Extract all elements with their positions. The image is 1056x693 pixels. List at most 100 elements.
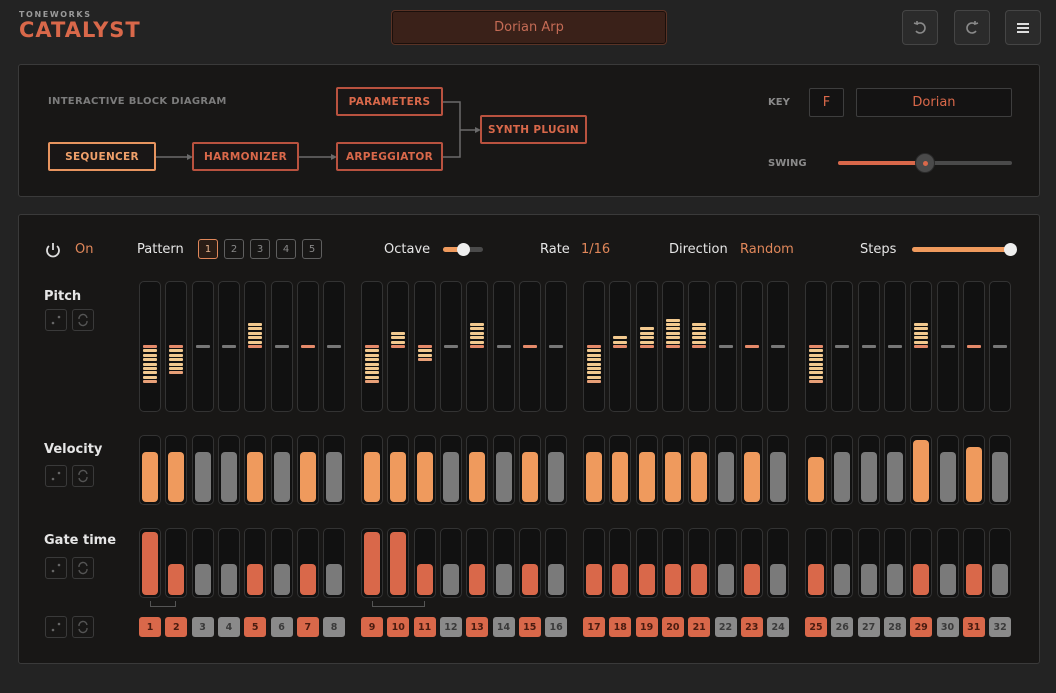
key-root-select[interactable]: F <box>809 88 844 117</box>
gate-step-25[interactable] <box>805 528 827 598</box>
block-parameters[interactable]: PARAMETERS <box>336 87 443 116</box>
preset-name-field[interactable]: Dorian Arp <box>391 10 667 45</box>
pitch-step-28[interactable] <box>883 281 906 412</box>
step-toggle-12[interactable]: 12 <box>439 617 462 637</box>
gate-step-2[interactable] <box>165 528 188 598</box>
pitch-step-29[interactable] <box>910 281 933 412</box>
velocity-step-22[interactable] <box>714 435 737 505</box>
power-toggle[interactable] <box>44 241 62 263</box>
key-scale-select[interactable]: Dorian <box>856 88 1012 117</box>
gate-step-6[interactable] <box>270 528 293 598</box>
gate-step-13[interactable] <box>466 528 489 598</box>
gate-step-18[interactable] <box>609 528 632 598</box>
undo-button[interactable] <box>902 10 938 45</box>
step-toggle-13[interactable]: 13 <box>466 617 489 637</box>
velocity-step-4[interactable] <box>217 435 240 505</box>
step-toggle-11[interactable]: 11 <box>413 617 436 637</box>
step-toggle-21[interactable]: 21 <box>688 617 711 637</box>
step-toggle-10[interactable]: 10 <box>387 617 410 637</box>
velocity-step-20[interactable] <box>661 435 684 505</box>
pitch-step-16[interactable] <box>545 281 568 412</box>
velocity-step-15[interactable] <box>518 435 541 505</box>
direction-value[interactable]: Random <box>740 242 794 257</box>
pitch-step-30[interactable] <box>936 281 959 412</box>
step-toggle-27[interactable]: 27 <box>857 617 880 637</box>
pitch-step-10[interactable] <box>387 281 410 412</box>
step-toggle-9[interactable]: 9 <box>361 617 383 637</box>
pitch-randomize-button[interactable] <box>45 309 67 331</box>
pitch-step-1[interactable] <box>139 281 161 412</box>
velocity-step-7[interactable] <box>296 435 319 505</box>
gate-step-11[interactable] <box>413 528 436 598</box>
velocity-step-32[interactable] <box>989 435 1012 505</box>
pitch-step-20[interactable] <box>661 281 684 412</box>
gate-randomize-button[interactable] <box>45 557 67 579</box>
step-toggle-4[interactable]: 4 <box>217 617 240 637</box>
pitch-step-24[interactable] <box>767 281 790 412</box>
gate-step-24[interactable] <box>767 528 790 598</box>
pitch-step-13[interactable] <box>466 281 489 412</box>
pattern-button-5[interactable]: 5 <box>302 239 322 259</box>
step-toggle-20[interactable]: 20 <box>661 617 684 637</box>
rate-value[interactable]: 1/16 <box>581 242 610 257</box>
gate-step-32[interactable] <box>989 528 1012 598</box>
velocity-step-9[interactable] <box>361 435 383 505</box>
velocity-step-8[interactable] <box>323 435 346 505</box>
step-toggle-31[interactable]: 31 <box>962 617 985 637</box>
velocity-reset-button[interactable] <box>72 465 94 487</box>
steps-slider[interactable] <box>912 243 1017 256</box>
velocity-step-25[interactable] <box>805 435 827 505</box>
gate-step-27[interactable] <box>857 528 880 598</box>
pitch-step-11[interactable] <box>413 281 436 412</box>
gate-step-31[interactable] <box>962 528 985 598</box>
velocity-step-26[interactable] <box>831 435 854 505</box>
velocity-step-16[interactable] <box>545 435 568 505</box>
pattern-button-4[interactable]: 4 <box>276 239 296 259</box>
block-synth-plugin[interactable]: SYNTH PLUGIN <box>480 115 587 144</box>
pitch-step-5[interactable] <box>244 281 267 412</box>
step-toggle-32[interactable]: 32 <box>989 617 1012 637</box>
pitch-step-26[interactable] <box>831 281 854 412</box>
swing-slider[interactable] <box>838 153 1012 173</box>
velocity-step-12[interactable] <box>439 435 462 505</box>
gate-step-19[interactable] <box>635 528 658 598</box>
velocity-step-28[interactable] <box>883 435 906 505</box>
gate-step-21[interactable] <box>688 528 711 598</box>
pitch-reset-button[interactable] <box>72 309 94 331</box>
step-toggle-16[interactable]: 16 <box>545 617 568 637</box>
velocity-step-23[interactable] <box>740 435 763 505</box>
velocity-step-6[interactable] <box>270 435 293 505</box>
velocity-step-5[interactable] <box>244 435 267 505</box>
step-toggle-28[interactable]: 28 <box>883 617 906 637</box>
steps-reset-button[interactable] <box>72 616 94 638</box>
gate-step-20[interactable] <box>661 528 684 598</box>
pitch-step-27[interactable] <box>857 281 880 412</box>
swing-slider-knob[interactable] <box>915 153 935 173</box>
step-toggle-8[interactable]: 8 <box>323 617 346 637</box>
velocity-step-21[interactable] <box>688 435 711 505</box>
octave-slider-knob[interactable] <box>457 243 470 256</box>
gate-step-29[interactable] <box>910 528 933 598</box>
pitch-step-25[interactable] <box>805 281 827 412</box>
step-toggle-5[interactable]: 5 <box>244 617 267 637</box>
pitch-step-7[interactable] <box>296 281 319 412</box>
velocity-step-27[interactable] <box>857 435 880 505</box>
velocity-step-24[interactable] <box>767 435 790 505</box>
gate-step-10[interactable] <box>387 528 410 598</box>
pitch-step-6[interactable] <box>270 281 293 412</box>
velocity-randomize-button[interactable] <box>45 465 67 487</box>
step-toggle-26[interactable]: 26 <box>831 617 854 637</box>
gate-step-22[interactable] <box>714 528 737 598</box>
pitch-step-12[interactable] <box>439 281 462 412</box>
step-toggle-15[interactable]: 15 <box>518 617 541 637</box>
step-toggle-3[interactable]: 3 <box>191 617 214 637</box>
step-toggle-17[interactable]: 17 <box>583 617 605 637</box>
pitch-step-4[interactable] <box>217 281 240 412</box>
gate-step-3[interactable] <box>191 528 214 598</box>
block-harmonizer[interactable]: HARMONIZER <box>192 142 299 171</box>
step-toggle-1[interactable]: 1 <box>139 617 161 637</box>
pitch-step-17[interactable] <box>583 281 605 412</box>
gate-step-23[interactable] <box>740 528 763 598</box>
gate-reset-button[interactable] <box>72 557 94 579</box>
steps-slider-knob[interactable] <box>1004 243 1017 256</box>
